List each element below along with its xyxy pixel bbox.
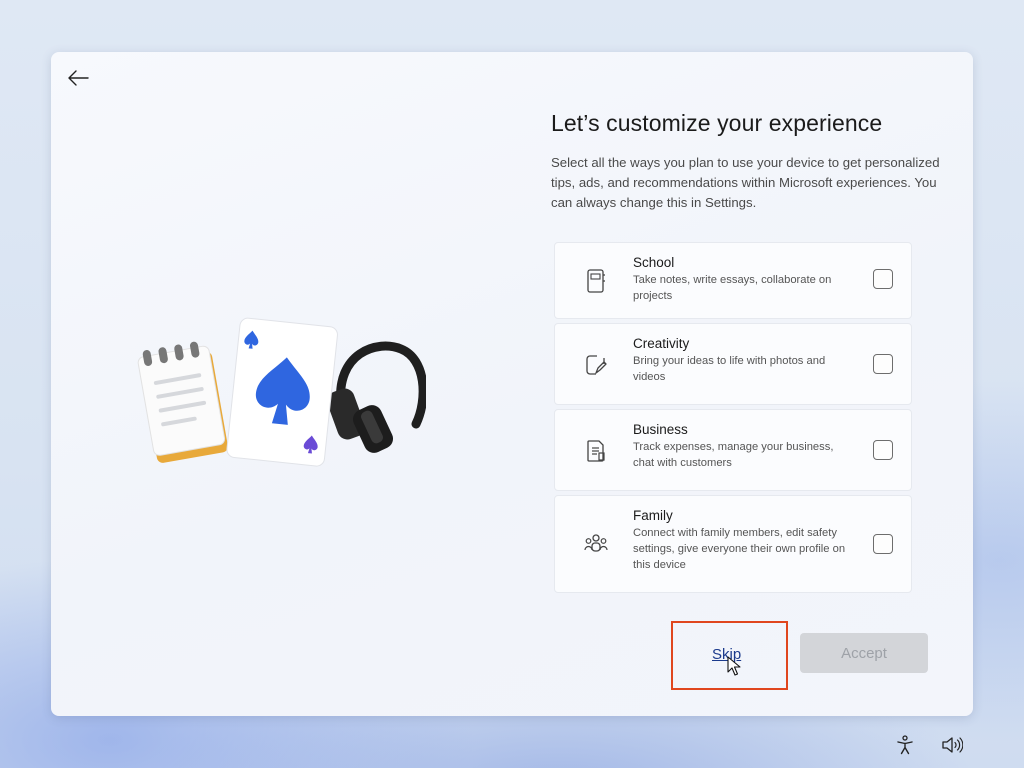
option-label: Creativity (633, 336, 690, 351)
page-description: Select all the ways you plan to use your… (551, 155, 940, 210)
option-description: Take notes, write essays, collaborate on… (633, 274, 832, 302)
setup-card: Let’s customize your experience Select a… (51, 52, 973, 716)
skip-button[interactable]: Skip (712, 646, 741, 663)
people-icon (583, 531, 609, 557)
notepad-icon (137, 341, 228, 463)
option-label: School (633, 255, 675, 270)
back-button[interactable] (65, 66, 91, 90)
option-description: Bring your ideas to life with photos and… (633, 355, 826, 383)
creativity-checkbox[interactable] (873, 354, 893, 374)
accessibility-icon[interactable] (894, 734, 916, 756)
option-description: Track expenses, manage your business, ch… (633, 441, 834, 469)
headphones-icon (327, 341, 426, 453)
draw-image-icon (583, 352, 609, 378)
option-school[interactable]: School Take notes, write essays, collabo… (554, 242, 912, 319)
option-description: Connect with family members, edit safety… (633, 527, 846, 571)
family-checkbox[interactable] (873, 534, 893, 554)
option-label: Business (633, 422, 688, 437)
usage-options-list: School Take notes, write essays, collabo… (554, 242, 912, 597)
option-creativity[interactable]: Creativity Bring your ideas to life with… (554, 323, 912, 405)
illustration (137, 317, 426, 467)
notebook-icon (583, 268, 609, 294)
receipt-icon (583, 438, 609, 464)
option-label: Family (633, 508, 673, 523)
business-checkbox[interactable] (873, 440, 893, 460)
option-business[interactable]: Business Track expenses, manage your bus… (554, 409, 912, 491)
playing-card-spade-icon (226, 317, 338, 467)
volume-icon[interactable] (941, 734, 963, 756)
option-family[interactable]: Family Connect with family members, edit… (554, 495, 912, 593)
school-checkbox[interactable] (873, 269, 893, 289)
page-title: Let’s customize your experience (551, 110, 883, 136)
accept-button[interactable]: Accept (800, 633, 928, 673)
arrow-left-icon (68, 70, 89, 86)
